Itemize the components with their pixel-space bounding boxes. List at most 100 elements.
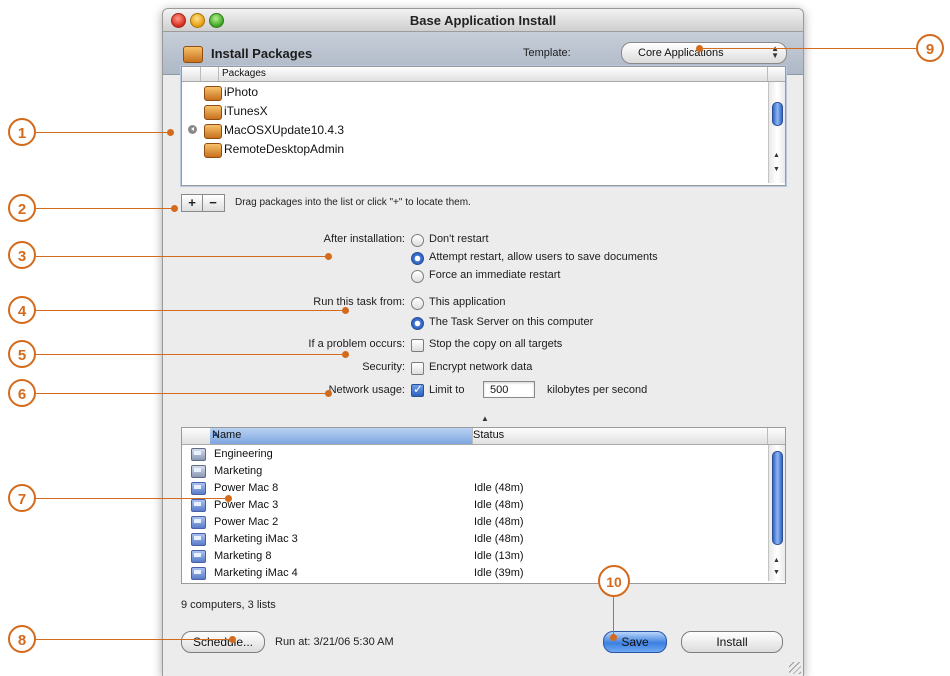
computer-row[interactable]: Power Mac 2 Idle (48m)	[182, 514, 767, 531]
option-task-server[interactable]: The Task Server on this computer	[429, 316, 593, 328]
callout-line	[36, 256, 328, 257]
callout-badge: 2	[8, 194, 36, 222]
disclosure-icon[interactable]	[188, 125, 197, 134]
callout-line	[36, 393, 328, 394]
callout-line	[613, 597, 614, 637]
radio-force-restart[interactable]	[411, 270, 424, 283]
computer-icon	[191, 533, 206, 546]
callout-line	[36, 310, 346, 311]
computers-header: Name ▲ Status	[182, 428, 785, 445]
package-icon	[204, 86, 222, 101]
template-popup[interactable]: Core Applications ▲ ▼	[621, 42, 787, 64]
computer-name: Marketing iMac 3	[214, 533, 298, 545]
limit-option[interactable]: Limit to	[429, 384, 464, 396]
resize-grip-icon[interactable]	[789, 662, 801, 674]
limit-checkbox[interactable]	[411, 382, 424, 397]
encrypt-option[interactable]: Encrypt network data	[429, 361, 532, 373]
packages-scrollbar[interactable]: ▲ ▼	[768, 82, 785, 183]
schedule-button[interactable]: Schedule...	[181, 631, 265, 653]
computer-row[interactable]: Engineering	[182, 446, 767, 463]
package-icon	[204, 105, 222, 120]
package-name: iTunesX	[224, 104, 268, 118]
column-separator	[218, 67, 219, 81]
scroll-down-arrow-icon[interactable]: ▼	[773, 569, 780, 576]
column-separator	[767, 428, 768, 444]
package-icon	[183, 46, 203, 63]
callout-line	[700, 48, 916, 49]
encrypt-checkbox[interactable]	[411, 362, 424, 375]
package-row[interactable]: RemoteDesktopAdmin	[182, 140, 767, 159]
radio-task-server[interactable]	[411, 317, 424, 330]
package-name: iPhoto	[224, 85, 259, 99]
callout-line	[36, 354, 346, 355]
computer-row[interactable]: Marketing 8 Idle (13m)	[182, 548, 767, 565]
callout-badge: 9	[916, 34, 944, 62]
package-row[interactable]: iPhoto	[182, 83, 767, 102]
name-column-header[interactable]: Name ▲	[210, 428, 472, 444]
packages-column-header[interactable]: Packages	[222, 68, 266, 79]
callout-badge: 1	[8, 118, 36, 146]
stop-copy-checkbox[interactable]	[411, 339, 424, 352]
callout-line	[36, 498, 228, 499]
callout-badge: 3	[8, 241, 36, 269]
callout-dot	[229, 636, 236, 643]
install-button[interactable]: Install	[681, 631, 783, 653]
column-separator	[767, 67, 768, 81]
scroll-thumb[interactable]	[772, 102, 783, 126]
computer-list-icon	[191, 448, 206, 461]
option-force-restart[interactable]: Force an immediate restart	[429, 269, 560, 281]
radio-attempt-restart[interactable]	[411, 252, 424, 265]
computers-table[interactable]: Name ▲ Status Engineering Marketing Power …	[181, 427, 786, 584]
callout-dot	[696, 45, 703, 52]
scroll-thumb[interactable]	[772, 451, 783, 545]
callout-dot	[325, 253, 332, 260]
stop-copy-option[interactable]: Stop the copy on all targets	[429, 338, 562, 350]
computer-status: Idle (48m)	[474, 516, 524, 528]
window-title: Base Application Install	[409, 13, 557, 28]
computer-icon	[191, 516, 206, 529]
remove-package-button[interactable]: −	[203, 195, 223, 211]
radio-dont-restart[interactable]	[411, 234, 424, 247]
callout-badge: 7	[8, 484, 36, 512]
computer-icon	[191, 550, 206, 563]
packages-header: Packages	[182, 67, 785, 82]
callout-badge: 6	[8, 379, 36, 407]
bandwidth-input[interactable]: 500	[483, 381, 535, 398]
packages-table[interactable]: Packages iPhoto iTunesX MacOSXUpdate10.4…	[180, 65, 787, 187]
radio-this-application[interactable]	[411, 297, 424, 310]
package-row[interactable]: MacOSXUpdate10.4.3	[182, 121, 767, 140]
callout-badge: 8	[8, 625, 36, 653]
computer-row[interactable]: Marketing iMac 4 Idle (39m)	[182, 565, 767, 582]
computers-scrollbar[interactable]: ▲ ▼	[768, 445, 785, 581]
callout-dot	[610, 634, 617, 641]
computer-row[interactable]: Marketing iMac 3 Idle (48m)	[182, 531, 767, 548]
scroll-up-arrow-icon[interactable]: ▲	[773, 557, 780, 564]
callout-badge: 10	[598, 565, 630, 597]
callout-dot	[342, 351, 349, 358]
option-this-application[interactable]: This application	[429, 296, 505, 308]
title-bar[interactable]: Base Application Install	[163, 9, 803, 32]
run-at-text: Run at: 3/21/06 5:30 AM	[275, 636, 394, 648]
scroll-down-arrow-icon[interactable]: ▼	[773, 166, 780, 173]
computer-row[interactable]: Power Mac 8 Idle (48m)	[182, 480, 767, 497]
option-attempt-restart[interactable]: Attempt restart, allow users to save doc…	[429, 251, 658, 263]
computer-name: Engineering	[214, 448, 273, 460]
collapse-caret-icon[interactable]: ▲	[481, 414, 489, 423]
computer-status: Idle (48m)	[474, 499, 524, 511]
computer-name: Power Mac 3	[214, 499, 279, 511]
package-row[interactable]: iTunesX	[182, 102, 767, 121]
computer-status: Idle (48m)	[474, 482, 524, 494]
computer-row[interactable]: Marketing	[182, 463, 767, 480]
computers-summary: 9 computers, 3 lists	[181, 599, 276, 611]
add-remove-control: + −	[181, 194, 225, 212]
status-column-header[interactable]: Status	[473, 429, 504, 441]
option-dont-restart[interactable]: Don't restart	[429, 233, 489, 245]
computer-row[interactable]: Power Mac 3 Idle (48m)	[182, 497, 767, 514]
computer-name: Marketing iMac 4	[214, 567, 298, 579]
computer-icon	[191, 499, 206, 512]
scroll-up-arrow-icon[interactable]: ▲	[773, 152, 780, 159]
callout-dot	[225, 495, 232, 502]
header-title: Install Packages	[211, 46, 313, 61]
after-install-label: After installation:	[323, 233, 405, 245]
add-package-button[interactable]: +	[182, 195, 202, 211]
